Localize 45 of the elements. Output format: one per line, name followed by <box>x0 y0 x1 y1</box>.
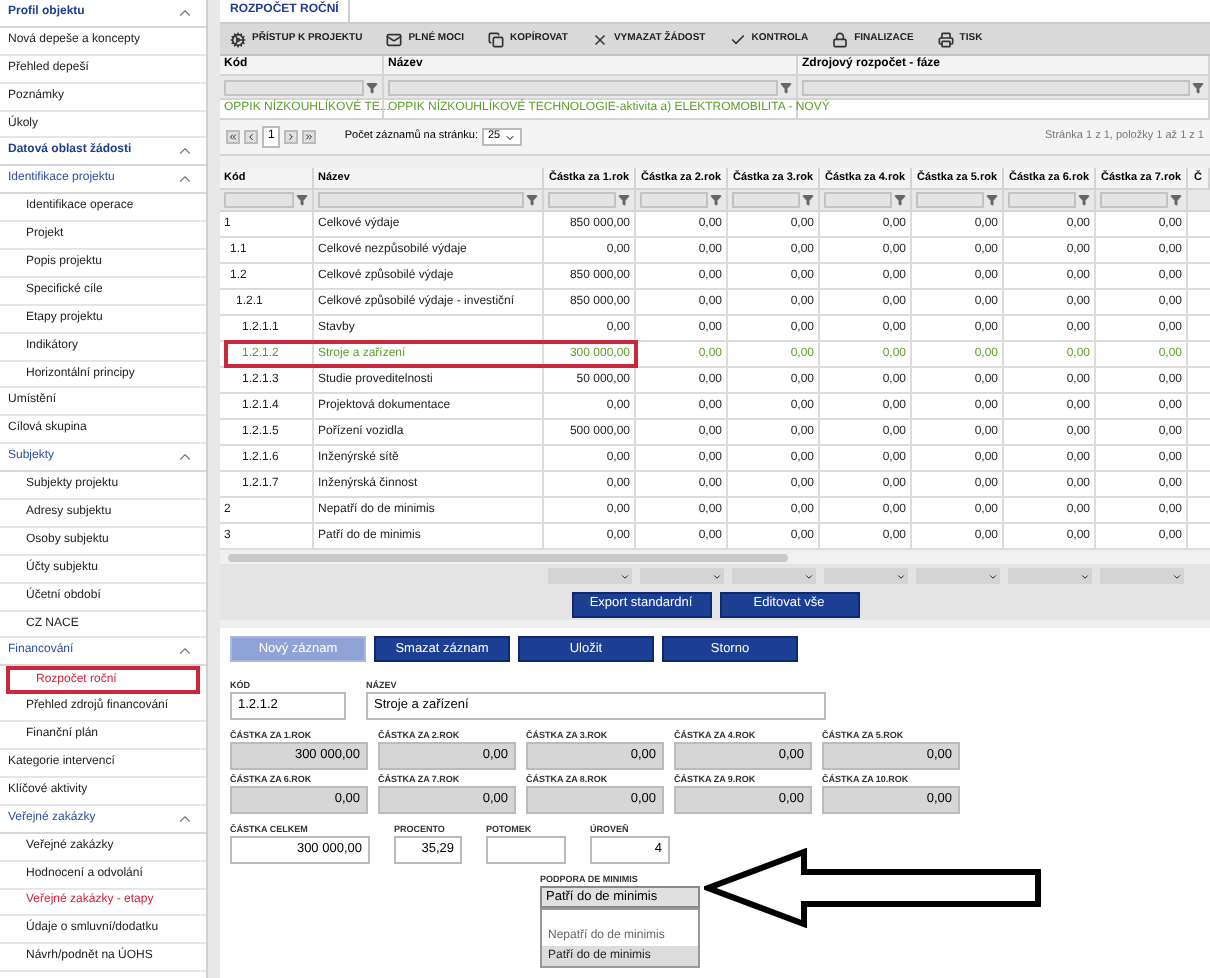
caret-icon <box>1172 571 1182 581</box>
filter-field[interactable] <box>224 192 294 208</box>
filter-field[interactable] <box>1100 192 1168 208</box>
first-page-icon[interactable] <box>226 130 240 144</box>
previous-page-icon[interactable] <box>244 130 258 144</box>
filter-icon[interactable] <box>802 194 814 206</box>
caret-icon <box>504 131 517 143</box>
filter-field[interactable] <box>388 79 778 95</box>
filter-icon[interactable] <box>710 194 722 206</box>
caret-icon <box>1080 571 1090 581</box>
filter-field[interactable] <box>824 192 892 208</box>
filter-icon[interactable] <box>618 194 630 206</box>
filter-icon[interactable] <box>986 194 998 206</box>
check-icon <box>729 31 746 47</box>
envelope-icon <box>386 31 403 47</box>
filter-icon[interactable] <box>1192 81 1204 93</box>
filter-icon[interactable] <box>894 194 906 206</box>
filter-field[interactable] <box>640 192 708 208</box>
caret-icon <box>804 571 814 581</box>
gear-icon <box>230 31 246 47</box>
close-icon <box>591 31 608 47</box>
filter-field[interactable] <box>732 192 800 208</box>
filter-icon[interactable] <box>366 81 378 93</box>
filter-field[interactable] <box>1008 192 1076 208</box>
filter-icon[interactable] <box>1170 194 1182 206</box>
last-page-icon[interactable] <box>302 130 317 144</box>
filter-field[interactable] <box>224 79 364 95</box>
lock-icon <box>832 31 849 47</box>
caret-icon <box>896 571 906 581</box>
scrollbar[interactable] <box>220 550 1210 564</box>
filter-icon[interactable] <box>1078 194 1090 206</box>
copy-icon <box>487 31 504 47</box>
filter-icon[interactable] <box>526 194 538 206</box>
input-field[interactable] <box>486 836 566 864</box>
caret-icon <box>620 571 630 581</box>
filter-field[interactable] <box>548 192 616 208</box>
filter-icon[interactable] <box>296 194 308 206</box>
filter-field[interactable] <box>802 79 1190 95</box>
caret-icon <box>712 571 722 581</box>
filter-icon[interactable] <box>780 81 792 93</box>
printer-icon <box>937 31 954 47</box>
next-page-icon[interactable] <box>284 130 299 144</box>
caret-icon <box>988 571 998 581</box>
filter-field[interactable] <box>916 192 984 208</box>
filter-field[interactable] <box>318 192 524 208</box>
